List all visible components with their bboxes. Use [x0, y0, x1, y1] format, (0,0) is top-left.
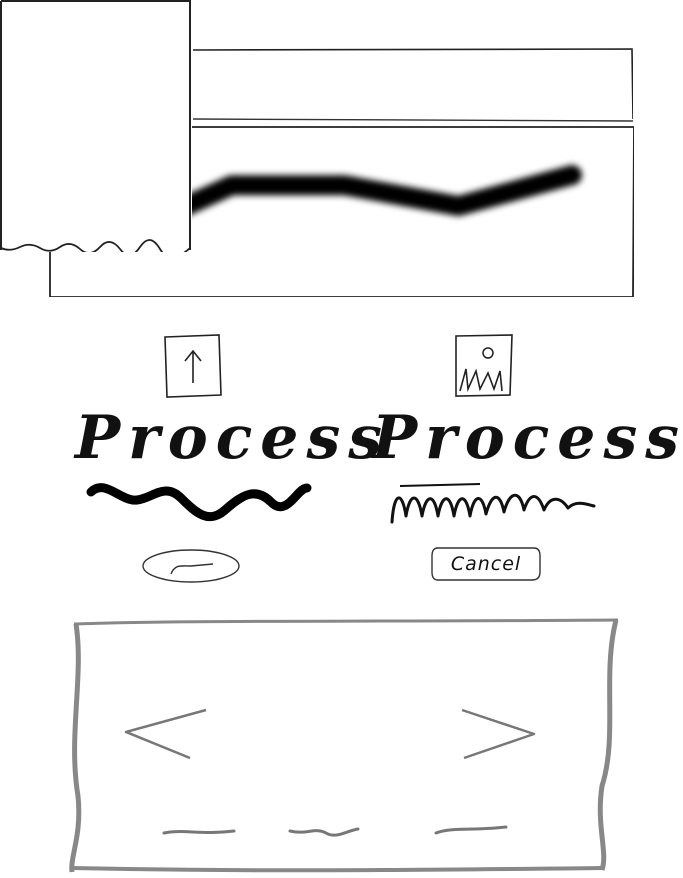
carousel-indicator-1[interactable]: [162, 821, 242, 841]
header-bar: [192, 47, 634, 125]
side-card-outline: [0, 0, 191, 259]
carousel-indicator-3[interactable]: [432, 821, 512, 841]
side-card[interactable]: [0, 0, 192, 259]
cancel-button-label: Cancel: [450, 553, 522, 575]
chevron-right-icon[interactable]: [452, 706, 542, 766]
image-carousel[interactable]: [62, 616, 622, 874]
image-icon[interactable]: [454, 333, 514, 399]
description-scribble: [85, 480, 315, 530]
header-bar-outline: [192, 48, 634, 125]
process-button-left[interactable]: [141, 548, 241, 584]
process-column-left: Process: [75, 330, 391, 583]
chevron-left-icon[interactable]: [120, 706, 210, 766]
process-column-right: Process Cancel: [370, 330, 683, 582]
description-scribble-right: [380, 480, 610, 530]
process-button-left-label: [141, 548, 241, 584]
cancel-button[interactable]: Cancel: [430, 546, 542, 582]
process-title-right: Process: [372, 403, 683, 473]
process-title: Process: [75, 403, 391, 473]
carousel-indicator-2[interactable]: [286, 821, 366, 841]
upload-icon[interactable]: [163, 333, 223, 399]
